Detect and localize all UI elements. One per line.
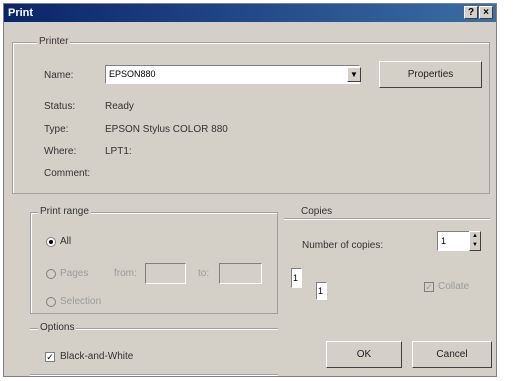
from-input[interactable] <box>145 263 186 284</box>
copies-spinner[interactable]: ▲ ▼ <box>469 231 481 251</box>
help-button[interactable]: ? <box>464 6 478 19</box>
selection-label: Selection <box>60 296 102 307</box>
collate-checkbox[interactable]: ✓ <box>424 282 434 292</box>
properties-button[interactable]: Properties <box>379 61 482 88</box>
cancel-button[interactable]: Cancel <box>412 341 492 368</box>
options-separator-bottom <box>30 374 278 376</box>
black-and-white-label: Black-and-White <box>60 351 134 362</box>
type-value: EPSON Stylus COLOR 880 <box>105 124 228 135</box>
pages-label: Pages <box>60 268 89 279</box>
to-input[interactable] <box>219 263 262 284</box>
options-legend: Options <box>38 322 77 333</box>
status-label: Status: <box>44 101 76 112</box>
printer-legend: Printer <box>37 36 71 47</box>
page-icon-2: 1 <box>316 282 327 300</box>
chevron-down-icon[interactable]: ▼ <box>347 67 361 82</box>
all-radio[interactable] <box>46 237 56 247</box>
pages-radio[interactable] <box>46 269 56 279</box>
printer-name-select[interactable]: EPSON880 <box>105 65 360 84</box>
to-label: to: <box>198 268 210 279</box>
ok-button[interactable]: OK <box>326 341 402 368</box>
where-value: LPT1: <box>105 146 132 157</box>
type-label: Type: <box>44 124 69 135</box>
close-button[interactable]: × <box>479 6 493 19</box>
dialog-title: Print <box>8 7 34 19</box>
from-label: from: <box>114 268 137 279</box>
print-range-legend: Print range <box>38 206 91 217</box>
copies-legend: Copies <box>299 206 335 217</box>
number-of-copies-label: Number of copies: <box>302 240 384 251</box>
black-and-white-checkbox[interactable]: ✓ <box>45 352 55 362</box>
all-label: All <box>60 236 72 247</box>
copies-input[interactable]: 1 <box>437 231 471 251</box>
selection-radio[interactable] <box>46 297 56 307</box>
name-label: Name: <box>44 70 74 81</box>
where-label: Where: <box>44 146 77 157</box>
copies-separator <box>284 218 490 220</box>
comment-label: Comment: <box>44 168 91 179</box>
titlebar: Print ? × <box>4 4 496 22</box>
status-value: Ready <box>105 101 134 112</box>
print-dialog: Print ? × Printer Name: EPSON880 ▼ Prope… <box>3 3 497 377</box>
page-icon-1: 1 <box>291 268 302 288</box>
collate-label: Collate <box>438 281 470 292</box>
